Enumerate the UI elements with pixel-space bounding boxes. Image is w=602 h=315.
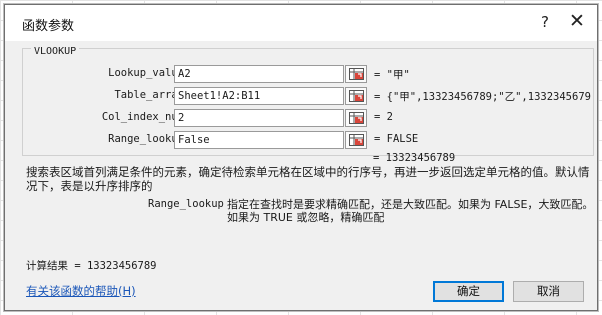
arg-row-col-index-num: Col_index_num 2 = 2 — [23, 109, 595, 129]
arg-label: Col_index_num — [101, 111, 184, 123]
function-help-link[interactable]: 有关该函数的帮助(H) — [26, 283, 136, 299]
function-arguments-dialog: 函数参数 ? ✕ VLOOKUP Lookup_value A2 = "甲" T… — [4, 4, 598, 311]
dialog-titlebar: 函数参数 ? ✕ — [5, 5, 597, 41]
range-lookup-input[interactable]: False — [174, 131, 344, 149]
arg-label: Lookup_value — [108, 67, 184, 79]
arg-row-table-array: Table_array Sheet1!A2:B11 = {"甲",1332345… — [23, 87, 595, 107]
collapse-dialog-button[interactable] — [345, 87, 367, 105]
collapse-dialog-button[interactable] — [345, 131, 367, 149]
function-description: 搜索表区域首列满足条件的元素，确定待检索单元格在区域中的行序号，再进一步返回选定… — [26, 165, 590, 193]
arg-evaluated-value: = 2 — [374, 111, 393, 123]
arguments-group: VLOOKUP Lookup_value A2 = "甲" Table_arra… — [22, 46, 595, 156]
arg-evaluated-value: = "甲" — [374, 69, 410, 81]
help-icon[interactable]: ? — [535, 12, 555, 32]
param-help-name: Range_lookup — [148, 198, 224, 210]
lookup-value-input[interactable]: A2 — [174, 65, 344, 83]
range-select-icon — [349, 112, 364, 124]
arg-evaluated-value: = FALSE — [374, 133, 419, 145]
col-index-num-input[interactable]: 2 — [174, 109, 344, 127]
function-name: VLOOKUP — [31, 46, 80, 57]
table-array-input[interactable]: Sheet1!A2:B11 — [174, 87, 344, 105]
param-help-text: 指定在查找时是要求精确匹配，还是大致匹配。如果为 FALSE，大致匹配。如果为 … — [227, 198, 594, 224]
arg-label: Range_lookup — [108, 133, 184, 145]
range-select-icon — [349, 68, 364, 80]
arg-evaluated-value: = {"甲",13323456789;"乙",1332345679 — [374, 91, 591, 103]
formula-result: = 13323456789 — [373, 152, 456, 164]
range-select-icon — [349, 134, 364, 146]
arg-row-range-lookup: Range_lookup False = FALSE — [23, 131, 595, 151]
ok-button[interactable]: 确定 — [433, 281, 504, 302]
cancel-button[interactable]: 取消 — [513, 281, 584, 302]
collapse-dialog-button[interactable] — [345, 109, 367, 127]
close-icon[interactable]: ✕ — [565, 10, 589, 34]
calculation-result: 计算结果 = 13323456789 — [26, 260, 157, 272]
collapse-dialog-button[interactable] — [345, 65, 367, 83]
range-select-icon — [349, 90, 364, 102]
arg-row-lookup-value: Lookup_value A2 = "甲" — [23, 65, 595, 85]
dialog-title: 函数参数 — [22, 19, 75, 34]
